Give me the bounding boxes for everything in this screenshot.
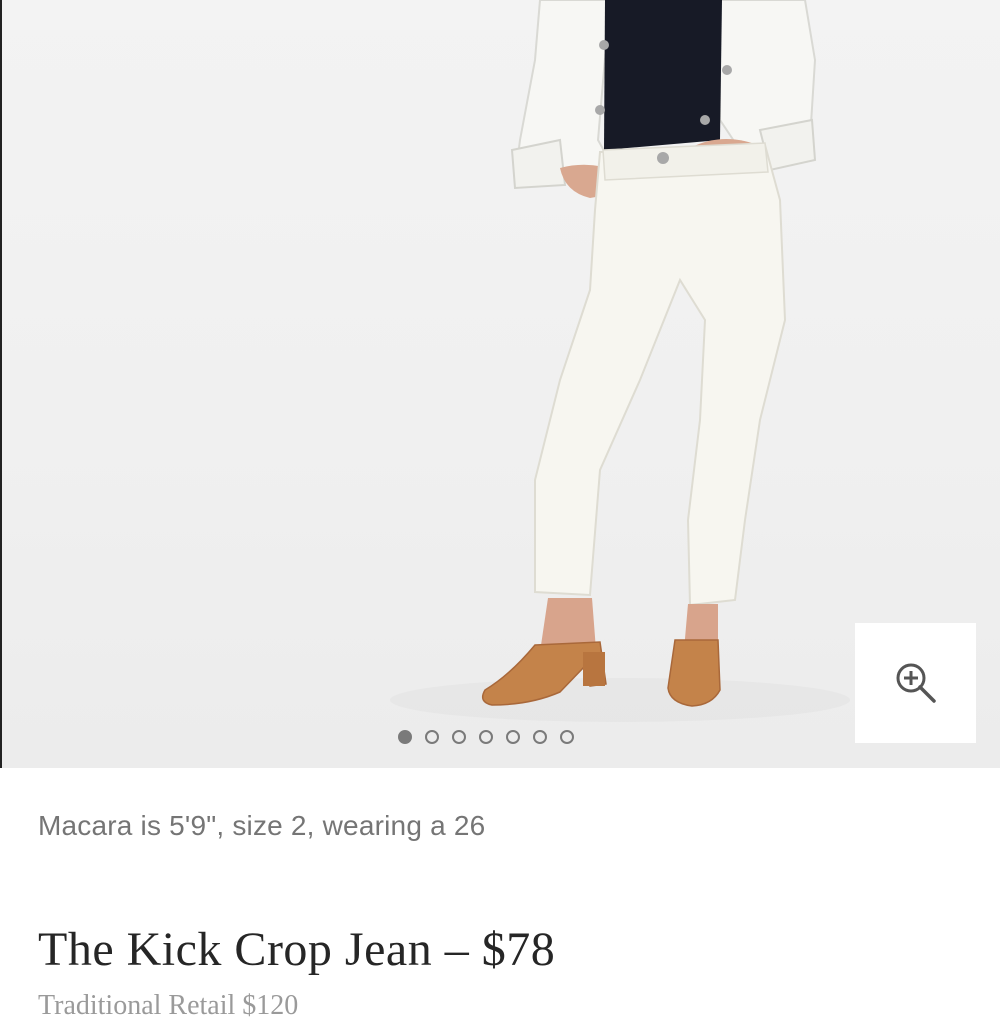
traditional-retail-price: Traditional Retail $120 [38, 990, 299, 1021]
gallery-pagination [398, 728, 574, 746]
gallery-dot-6[interactable] [533, 730, 547, 744]
zoom-in-icon [896, 663, 936, 703]
gallery-dot-5[interactable] [506, 730, 520, 744]
product-photo [390, 0, 850, 722]
zoom-button[interactable] [855, 623, 976, 743]
gallery-dot-7[interactable] [560, 730, 574, 744]
image-left-border [0, 0, 2, 768]
gallery-dot-4[interactable] [479, 730, 493, 744]
product-image-gallery[interactable] [0, 0, 1000, 768]
gallery-dot-2[interactable] [425, 730, 439, 744]
gallery-dot-1[interactable] [398, 730, 412, 744]
gallery-dot-3[interactable] [452, 730, 466, 744]
model-size-caption: Macara is 5'9", size 2, wearing a 26 [38, 810, 486, 841]
product-title-price: The Kick Crop Jean – $78 [38, 923, 556, 976]
